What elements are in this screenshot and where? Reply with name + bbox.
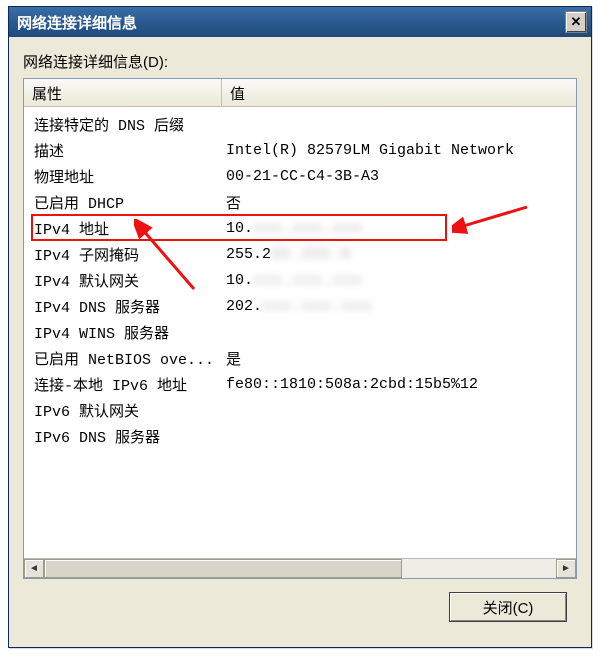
listview-header[interactable]: 属性 值 [24, 79, 576, 107]
table-row[interactable]: 物理地址00-21-CC-C4-3B-A3 [24, 163, 576, 189]
property-cell: IPv4 默认网关 [24, 270, 222, 291]
property-cell: 描述 [24, 140, 222, 161]
listview[interactable]: 属性 值 连接特定的 DNS 后缀描述Intel(R) 82579LM Giga… [23, 78, 577, 579]
column-property[interactable]: 属性 [24, 79, 222, 106]
close-button[interactable]: 关闭(C) [449, 592, 567, 622]
value-cell: 202.xxx.xxx.xxx [222, 298, 576, 315]
scroll-left-button[interactable]: ◄ [24, 559, 44, 578]
table-row[interactable]: 描述Intel(R) 82579LM Gigabit Network [24, 137, 576, 163]
property-cell: 物理地址 [24, 166, 222, 187]
table-row[interactable]: 连接-本地 IPv6 地址fe80::1810:508a:2cbd:15b5%1… [24, 371, 576, 397]
titlebar[interactable]: 网络连接详细信息 ✕ [9, 7, 591, 37]
property-cell: 已启用 NetBIOS ove... [24, 348, 222, 369]
dialog-body: 网络连接详细信息(D): 属性 值 连接特定的 DNS 后缀描述Intel(R)… [9, 37, 591, 647]
property-cell: IPv4 WINS 服务器 [24, 322, 222, 343]
details-label: 网络连接详细信息(D): [23, 51, 577, 72]
table-row[interactable]: IPv4 DNS 服务器202.xxx.xxx.xxx [24, 293, 576, 319]
window-title: 网络连接详细信息 [17, 12, 565, 33]
property-cell: 连接特定的 DNS 后缀 [24, 114, 222, 135]
table-row[interactable]: IPv6 DNS 服务器 [24, 423, 576, 449]
dialog-window: 网络连接详细信息 ✕ 网络连接详细信息(D): 属性 值 连接特定的 DNS 后… [8, 6, 592, 648]
value-cell: 10.xxx.xxx.xxx [222, 220, 576, 237]
column-value[interactable]: 值 [222, 79, 576, 106]
table-row[interactable]: IPv4 子网掩码255.255.255.0 [24, 241, 576, 267]
value-cell: Intel(R) 82579LM Gigabit Network [222, 142, 576, 159]
value-cell: 否 [222, 192, 576, 213]
listview-rows: 连接特定的 DNS 后缀描述Intel(R) 82579LM Gigabit N… [24, 107, 576, 449]
value-cell: 10.xxx.xxx.xxx [222, 272, 576, 289]
property-cell: IPv4 地址 [24, 218, 222, 239]
scroll-right-button[interactable]: ► [556, 559, 576, 578]
property-cell: IPv6 DNS 服务器 [24, 426, 222, 447]
table-row[interactable]: IPv4 地址10.xxx.xxx.xxx [24, 215, 576, 241]
chevron-left-icon: ◄ [29, 563, 39, 574]
table-row[interactable]: 已启用 NetBIOS ove...是 [24, 345, 576, 371]
dialog-footer: 关闭(C) [23, 579, 577, 635]
scroll-thumb[interactable] [44, 559, 402, 578]
property-cell: 连接-本地 IPv6 地址 [24, 374, 222, 395]
value-cell: fe80::1810:508a:2cbd:15b5%12 [222, 376, 576, 393]
close-icon: ✕ [571, 14, 582, 30]
table-row[interactable]: IPv6 默认网关 [24, 397, 576, 423]
value-cell: 255.255.255.0 [222, 246, 576, 263]
value-cell: 是 [222, 348, 576, 369]
horizontal-scrollbar[interactable]: ◄ ► [24, 558, 576, 578]
table-row[interactable]: 连接特定的 DNS 后缀 [24, 111, 576, 137]
table-row[interactable]: 已启用 DHCP否 [24, 189, 576, 215]
table-row[interactable]: IPv4 默认网关10.xxx.xxx.xxx [24, 267, 576, 293]
value-cell: 00-21-CC-C4-3B-A3 [222, 168, 576, 185]
table-row[interactable]: IPv4 WINS 服务器 [24, 319, 576, 345]
property-cell: IPv4 DNS 服务器 [24, 296, 222, 317]
property-cell: 已启用 DHCP [24, 192, 222, 213]
window-close-button[interactable]: ✕ [565, 11, 587, 33]
chevron-right-icon: ► [561, 563, 571, 574]
property-cell: IPv6 默认网关 [24, 400, 222, 421]
property-cell: IPv4 子网掩码 [24, 244, 222, 265]
scroll-track[interactable] [44, 559, 556, 578]
